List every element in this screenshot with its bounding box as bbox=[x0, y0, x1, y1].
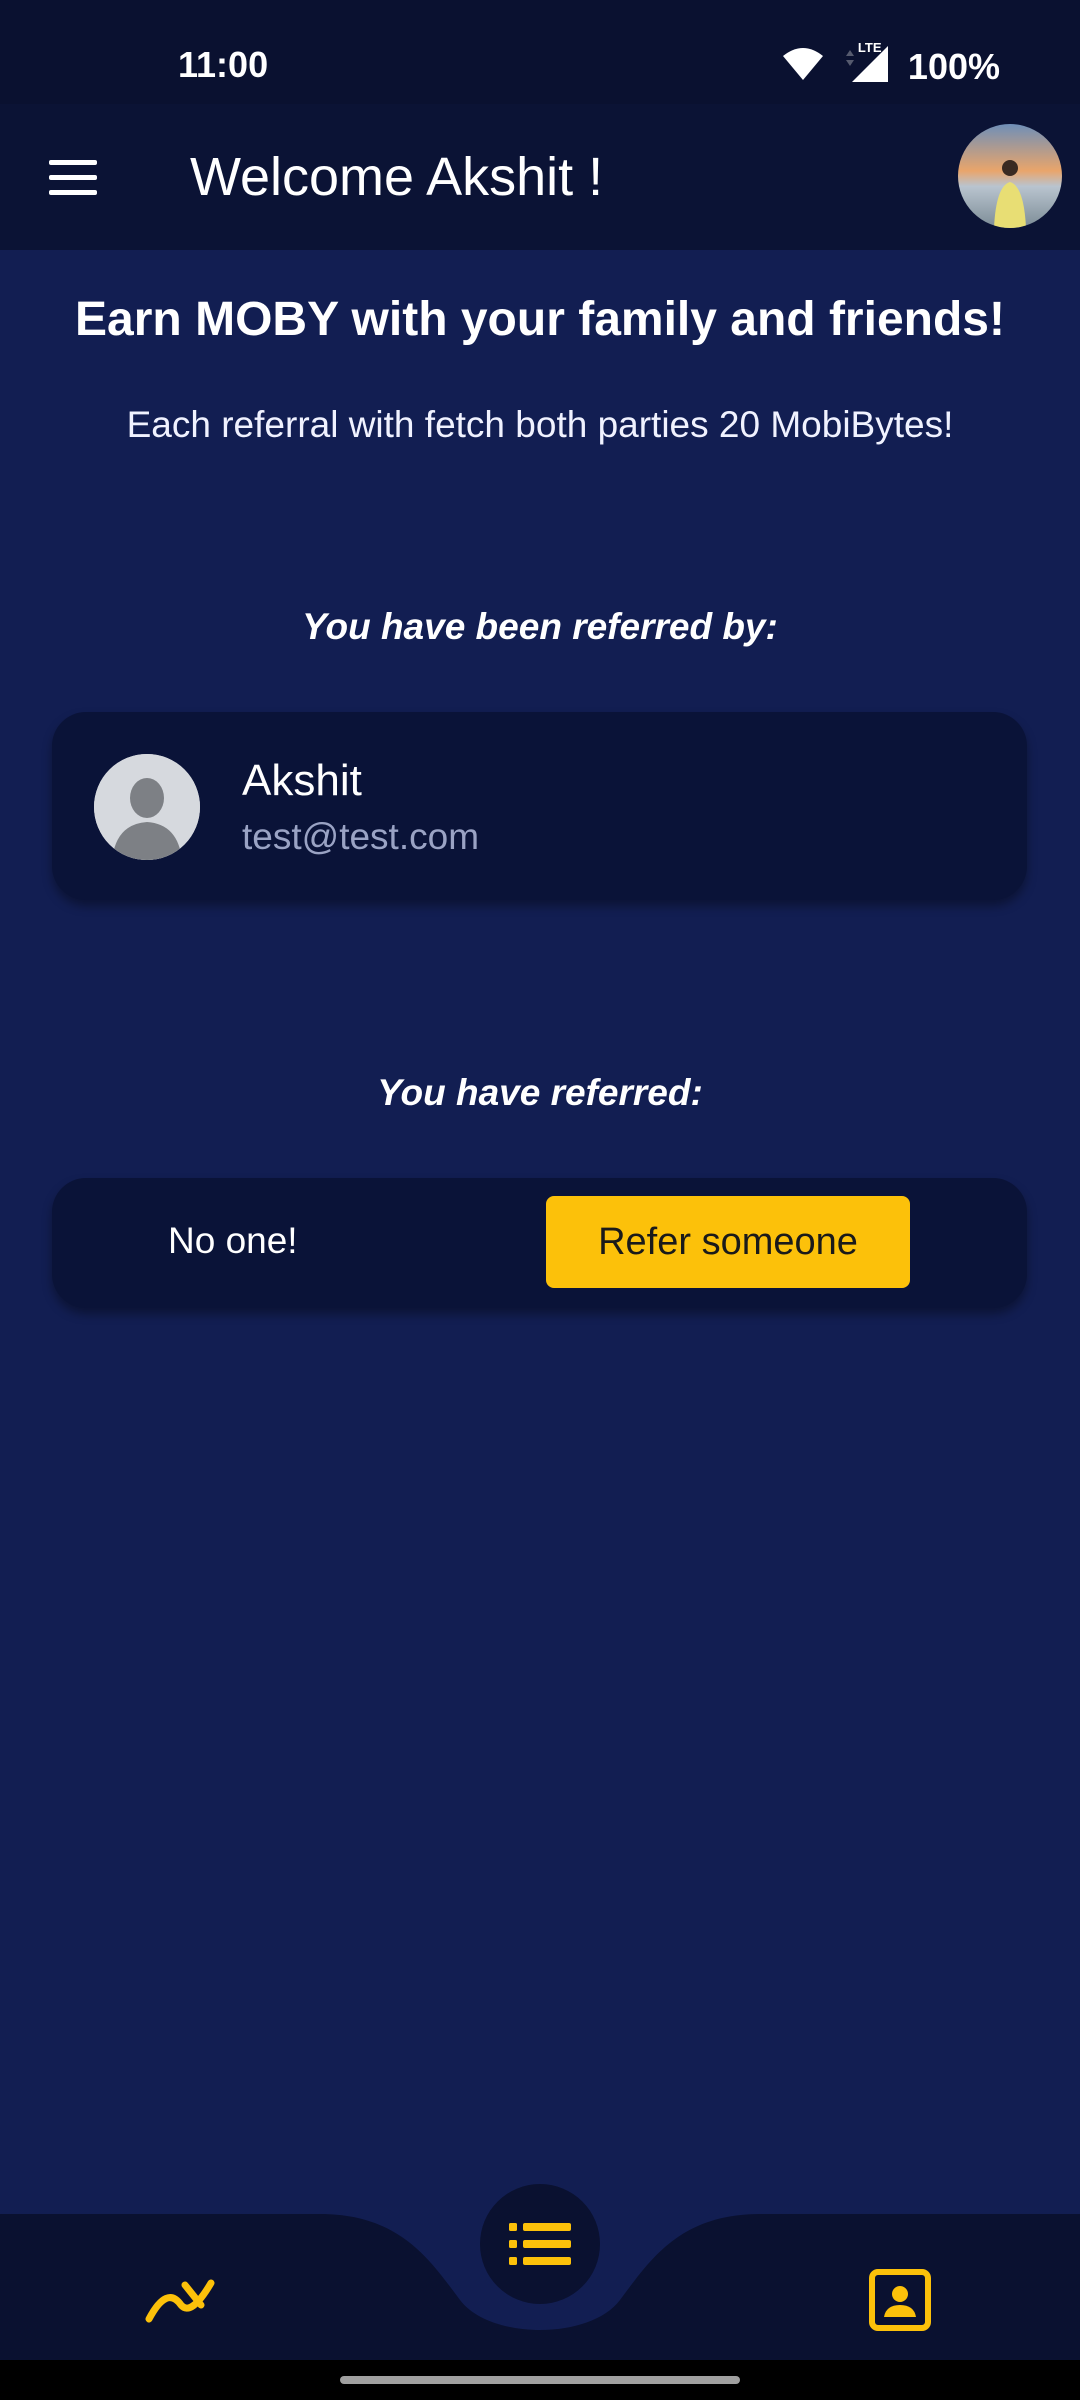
hamburger-menu-icon[interactable] bbox=[40, 144, 106, 210]
gesture-bar bbox=[0, 2360, 1080, 2400]
referred-label: You have referred: bbox=[377, 1072, 703, 1113]
network-label: LTE bbox=[857, 40, 882, 55]
refer-someone-button[interactable]: Refer someone bbox=[546, 1196, 910, 1288]
status-icons: LTE 100% bbox=[782, 40, 1000, 89]
referral-headline: Earn MOBY with your family and friends! bbox=[75, 293, 1005, 346]
referrer-email: test@test.com bbox=[242, 816, 480, 857]
default-user-avatar bbox=[94, 754, 200, 860]
profile-avatar[interactable] bbox=[958, 124, 1062, 228]
wifi-icon bbox=[782, 46, 824, 87]
referred-empty-text: No one! bbox=[168, 1220, 298, 1261]
contact-card-icon[interactable] bbox=[850, 2256, 950, 2344]
status-bar: 11:00 LTE 100% bbox=[0, 0, 1080, 104]
referrer-card: Akshit test@test.com bbox=[52, 712, 1027, 900]
battery-percent: 100% bbox=[907, 45, 1000, 87]
referred-by-label: You have been referred by: bbox=[302, 606, 778, 647]
referral-description: Each referral with fetch both parties 20… bbox=[126, 404, 954, 445]
app-bar: Welcome Akshit ! bbox=[0, 104, 1080, 250]
list-icon[interactable] bbox=[480, 2184, 600, 2304]
referrer-name: Akshit bbox=[242, 756, 362, 805]
bottom-navigation bbox=[0, 2180, 1080, 2360]
referred-card: No one! Refer someone bbox=[52, 1178, 1027, 1308]
home-indicator[interactable] bbox=[340, 2376, 740, 2384]
trending-icon[interactable] bbox=[130, 2260, 230, 2340]
signal-icon: LTE bbox=[842, 40, 890, 89]
page-title: Welcome Akshit ! bbox=[190, 147, 604, 207]
status-time: 11:00 bbox=[178, 44, 269, 85]
